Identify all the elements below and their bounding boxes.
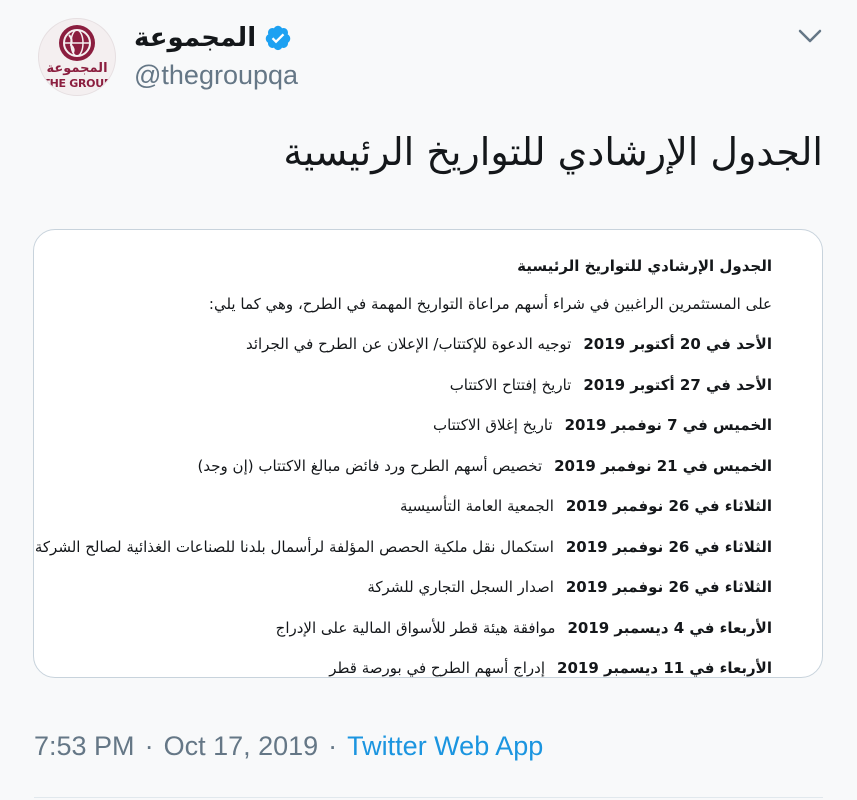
- row-event: استكمال نقل ملكية الحصص المؤلفة لرأسمال …: [34, 537, 554, 556]
- schedule-row: الثلاثاء في 26 نوفمبر 2019 اصدار السجل ا…: [54, 577, 772, 618]
- schedule-row: الثلاثاء في 26 نوفمبر 2019 استكمال نقل م…: [35, 537, 772, 578]
- chevron-down-icon[interactable]: [796, 24, 824, 48]
- tweet-meta: 7:53 PM · Oct 17, 2019 · Twitter Web App: [34, 731, 543, 762]
- meta-separator: ·: [144, 731, 154, 761]
- avatar[interactable]: المجموعة THE GROUP: [38, 18, 116, 96]
- meta-separator: ·: [328, 731, 338, 761]
- source-app-link[interactable]: Twitter Web App: [347, 731, 543, 762]
- row-event: تاريخ إغلاق الاكتتاب: [432, 416, 553, 434]
- row-date: الثلاثاء في 26 نوفمبر 2019: [565, 578, 772, 596]
- schedule-row: الخميس في 21 نوفمبر 2019 تخصيص أسهم الطر…: [54, 456, 772, 497]
- tweet-time[interactable]: 7:53 PM: [34, 731, 135, 762]
- divider: [34, 797, 823, 798]
- schedule-row: الأربعاء في 11 ديسمبر 2019 إدراج أسهم ال…: [54, 658, 772, 677]
- avatar-logo-arabic: المجموعة: [46, 61, 108, 76]
- row-event: الجمعية العامة التأسيسية: [399, 497, 554, 515]
- schedule-document: الجدول الإرشادي للتواريخ الرئيسية على ال…: [35, 256, 772, 677]
- tweet-image[interactable]: الجدول الإرشادي للتواريخ الرئيسية على ال…: [33, 229, 823, 678]
- row-event: إدراج أسهم الطرح في بورصة قطر: [329, 659, 546, 677]
- tweet-text: الجدول الإرشادي للتواريخ الرئيسية: [283, 130, 823, 174]
- row-event: توجيه الدعوة للإكتتاب/ الإعلان عن الطرح …: [245, 335, 572, 353]
- avatar-logo-english: THE GROUP: [42, 77, 112, 90]
- verified-badge-icon: [265, 25, 291, 51]
- row-event: تخصيص أسهم الطرح ورد فائض مبالغ الاكتتاب…: [197, 456, 543, 475]
- globe-logo-icon: [59, 25, 95, 61]
- schedule-row: الأربعاء في 4 ديسمبر 2019 موافقة هيئة قط…: [54, 618, 772, 659]
- schedule-row: الخميس في 7 نوفمبر 2019 تاريخ إغلاق الاك…: [54, 415, 772, 456]
- author-name-row: المجموعة: [134, 20, 292, 56]
- row-date: الأربعاء في 11 ديسمبر 2019: [557, 659, 772, 677]
- schedule-row: الأحد في 27 أكتوبر 2019 تاريخ إفتتاح الا…: [54, 375, 772, 416]
- row-date: الثلاثاء في 26 نوفمبر 2019: [565, 497, 772, 515]
- row-event: اصدار السجل التجاري للشركة: [367, 578, 554, 596]
- row-date: الخميس في 21 نوفمبر 2019: [554, 456, 772, 475]
- row-date: الثلاثاء في 26 نوفمبر 2019: [565, 537, 772, 556]
- document-title: الجدول الإرشادي للتواريخ الرئيسية: [517, 257, 772, 275]
- schedule-row: الأحد في 20 أكتوبر 2019 توجيه الدعوة للإ…: [54, 334, 772, 375]
- row-event: تاريخ إفتتاح الاكتتاب: [449, 375, 572, 394]
- row-date: الأحد في 27 أكتوبر 2019: [583, 375, 772, 394]
- row-date: الخميس في 7 نوفمبر 2019: [564, 416, 772, 434]
- document-intro: على المستثمرين الراغبين في شراء أسهم مرا…: [208, 295, 772, 313]
- row-date: الأربعاء في 4 ديسمبر 2019: [567, 618, 772, 637]
- tweet-date[interactable]: Oct 17, 2019: [164, 731, 319, 762]
- display-name[interactable]: المجموعة: [134, 23, 256, 53]
- user-handle[interactable]: @thegroupqa: [134, 60, 298, 91]
- schedule-row: الثلاثاء في 26 نوفمبر 2019 الجمعية العام…: [54, 496, 772, 537]
- row-event: موافقة هيئة قطر للأسواق المالية على الإد…: [275, 618, 556, 637]
- row-date: الأحد في 20 أكتوبر 2019: [583, 335, 772, 353]
